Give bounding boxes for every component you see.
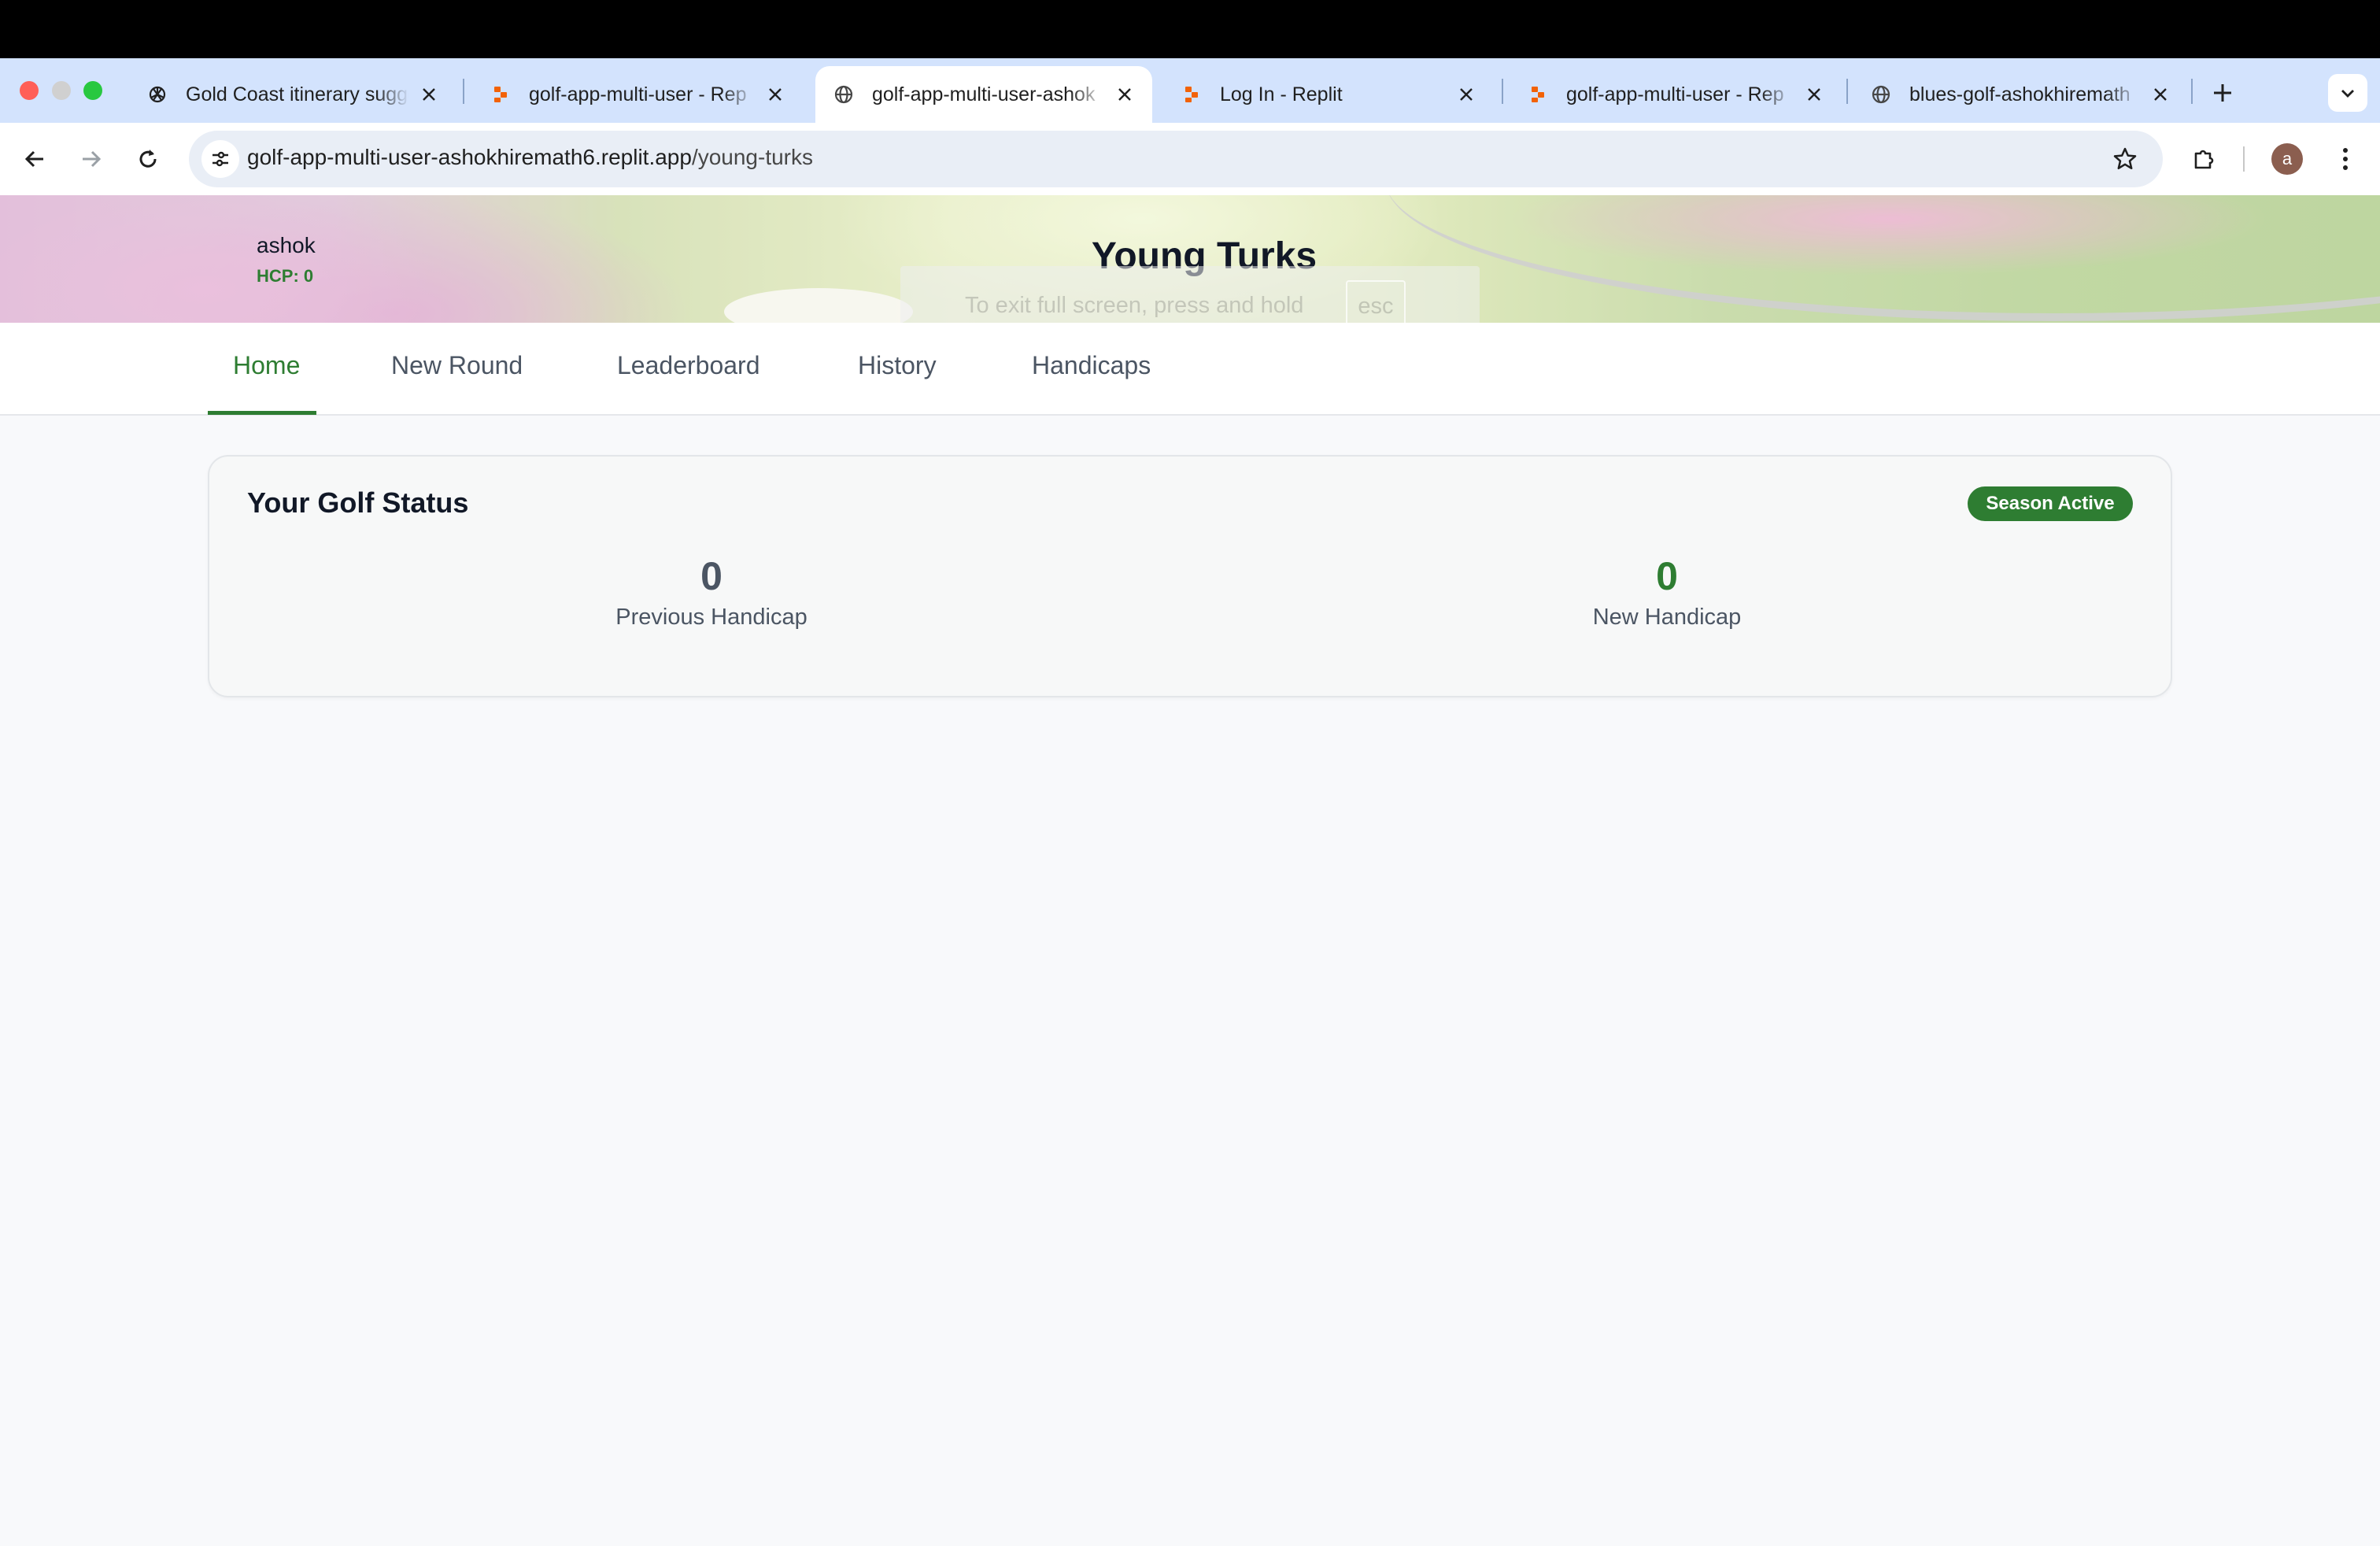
system-menu-bar <box>0 0 2380 58</box>
new-handicap-label: New Handicap <box>1592 605 1742 630</box>
fullscreen-notice-text: To exit full screen, press and hold <box>965 293 1304 318</box>
browser-tab[interactable]: golf-app-multi-user - Rep <box>1510 66 1842 123</box>
close-icon[interactable] <box>1802 83 1826 106</box>
tab-title: Log In - Replit <box>1220 83 1343 105</box>
globe-icon <box>1870 83 1892 105</box>
previous-handicap-stat: 0 Previous Handicap <box>515 551 908 631</box>
golf-status-card <box>208 455 2172 697</box>
tab-title: golf-app-multi-user - Rep <box>1566 83 1784 105</box>
tab-new-round[interactable]: New Round <box>391 351 523 380</box>
status-badge: Season Active <box>1968 486 2133 521</box>
replit-icon <box>1527 83 1549 105</box>
window-fullscreen-button[interactable] <box>83 81 102 100</box>
replit-icon <box>490 83 512 105</box>
close-icon[interactable] <box>1113 83 1136 106</box>
browser-tab[interactable]: golf-app-multi-user - Rep <box>472 66 803 123</box>
tab-history[interactable]: History <box>858 351 937 380</box>
extensions-puzzle-icon[interactable] <box>2185 140 2223 178</box>
url-path: /young-turks <box>691 145 814 169</box>
profile-avatar[interactable]: a <box>2271 143 2303 175</box>
tab-divider <box>2191 79 2193 104</box>
user-name: ashok <box>257 233 316 257</box>
tab-divider <box>1846 79 1848 104</box>
browser-tab-active[interactable]: golf-app-multi-user-ashok <box>815 66 1152 123</box>
new-tab-plus-icon[interactable] <box>2205 76 2240 110</box>
close-icon[interactable] <box>1454 83 1478 106</box>
close-icon[interactable] <box>763 83 787 106</box>
url-text[interactable]: golf-app-multi-user-ashokhiremath6.repli… <box>247 145 813 170</box>
browser-tab[interactable]: blues-golf-ashokhiremath <box>1853 66 2188 123</box>
tab-title: golf-app-multi-user-ashok <box>872 83 1096 105</box>
site-settings-tune-icon[interactable] <box>201 140 239 178</box>
close-icon[interactable] <box>417 83 441 106</box>
close-icon[interactable] <box>2149 83 2172 106</box>
previous-handicap-value: 0 <box>700 554 722 598</box>
reload-icon[interactable] <box>129 140 167 178</box>
new-handicap-stat: 0 New Handicap <box>1470 551 1864 631</box>
tab-title: Gold Coast itinerary sugge <box>186 83 409 105</box>
toolbar-divider <box>2243 146 2245 172</box>
tab-home[interactable]: Home <box>233 351 300 380</box>
bookmark-star-icon[interactable] <box>2106 140 2144 178</box>
back-arrow-icon[interactable] <box>16 140 54 178</box>
tab-title: blues-golf-ashokhiremath <box>1909 83 2131 105</box>
main-nav <box>0 323 2380 416</box>
browser-tab[interactable]: Gold Coast itinerary sugge <box>129 66 456 123</box>
browser-tab[interactable]: Log In - Replit <box>1163 66 1494 123</box>
tab-handicaps[interactable]: Handicaps <box>1032 351 1151 380</box>
active-tab-indicator <box>208 411 316 415</box>
globe-icon <box>833 83 855 105</box>
openai-icon <box>146 83 168 105</box>
tab-divider <box>463 79 464 104</box>
window-minimize-button[interactable] <box>52 81 71 100</box>
replit-icon <box>1181 83 1203 105</box>
tab-divider <box>1502 79 1503 104</box>
tab-search-chevron-down-icon[interactable] <box>2328 74 2367 112</box>
tab-title: golf-app-multi-user - Rep <box>529 83 747 105</box>
url-host: golf-app-multi-user-ashokhiremath6.repli… <box>247 145 692 169</box>
more-vertical-icon[interactable] <box>2326 140 2364 178</box>
previous-handicap-label: Previous Handicap <box>615 605 808 630</box>
card-title: Your Golf Status <box>247 486 469 519</box>
forward-arrow-icon[interactable] <box>72 140 110 178</box>
new-handicap-value: 0 <box>1656 554 1678 598</box>
window-close-button[interactable] <box>20 81 39 100</box>
tab-leaderboard[interactable]: Leaderboard <box>617 351 759 380</box>
user-handicap: HCP: 0 <box>257 266 314 286</box>
